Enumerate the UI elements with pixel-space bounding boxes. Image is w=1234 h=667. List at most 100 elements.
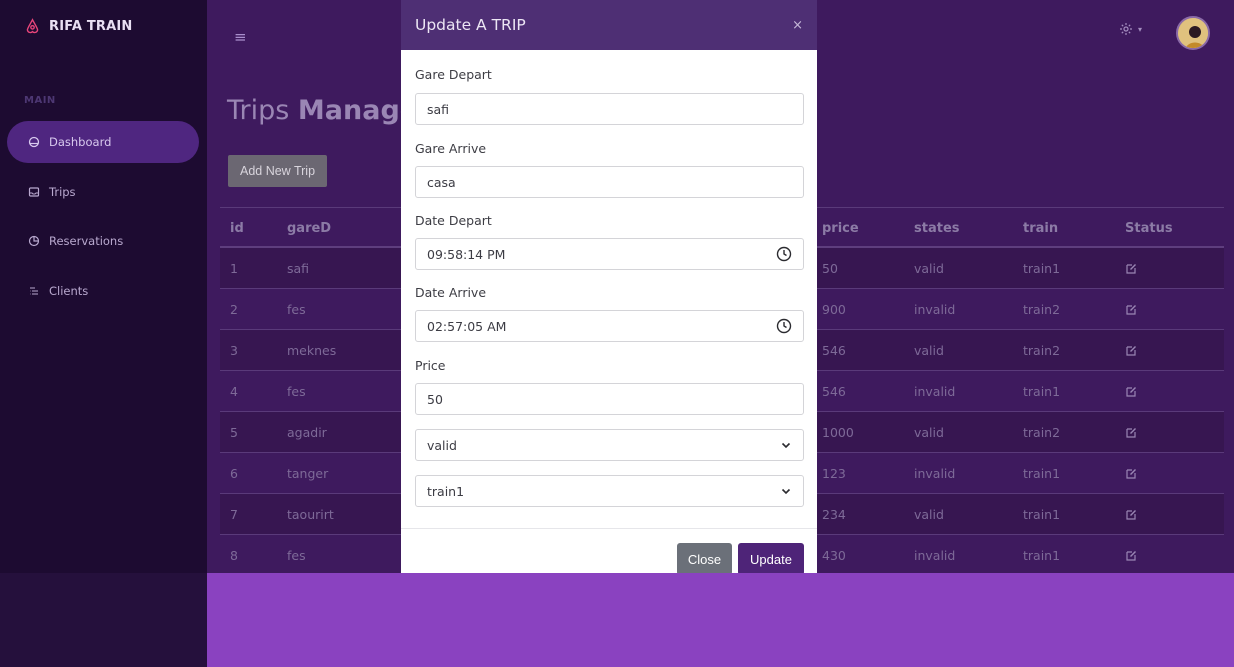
table-cell-states: invalid bbox=[914, 548, 956, 563]
table-cell-price: 123 bbox=[822, 466, 846, 481]
settings-dropdown[interactable]: ▾ bbox=[1119, 22, 1142, 36]
sidebar-item-reservations[interactable]: Reservations bbox=[7, 220, 199, 262]
column-header-states[interactable]: states bbox=[914, 208, 960, 249]
table-cell-states: valid bbox=[914, 343, 944, 358]
state-select-value: valid bbox=[427, 437, 457, 453]
chevron-down-icon: ▾ bbox=[1138, 24, 1143, 34]
status-cell bbox=[1125, 453, 1138, 494]
airbnb-logo-icon bbox=[26, 18, 39, 34]
modal-header: Update A TRIP × bbox=[401, 0, 817, 50]
list-icon bbox=[30, 287, 38, 295]
table-cell-gare: safi bbox=[287, 261, 310, 276]
gare-arrive-value: casa bbox=[427, 174, 456, 190]
price-label: Price bbox=[415, 357, 446, 373]
table-cell-train: train2 bbox=[1023, 302, 1061, 317]
close-icon[interactable]: × bbox=[792, 18, 803, 33]
state-select[interactable]: valid bbox=[415, 429, 804, 461]
add-new-trip-button[interactable]: Add New Trip bbox=[228, 155, 327, 187]
edit-icon[interactable] bbox=[1125, 508, 1138, 521]
close-button[interactable]: Close bbox=[677, 543, 732, 573]
update-trip-modal: Update A TRIP × Gare Depart safi Gare Ar… bbox=[401, 0, 817, 573]
table-cell-states: valid bbox=[914, 261, 944, 276]
brand-name: RIFA TRAIN bbox=[49, 19, 133, 34]
table-cell-price: 1000 bbox=[822, 425, 854, 440]
edit-icon[interactable] bbox=[1125, 549, 1138, 562]
brand-logo[interactable]: RIFA TRAIN bbox=[24, 18, 132, 35]
column-header-id[interactable]: id bbox=[230, 208, 244, 249]
train-select[interactable]: train1 bbox=[415, 475, 804, 507]
clock-icon[interactable] bbox=[776, 318, 792, 334]
status-cell bbox=[1125, 535, 1138, 576]
status-cell bbox=[1125, 330, 1138, 371]
table-cell-train: train1 bbox=[1023, 466, 1061, 481]
table-cell-id: 1 bbox=[230, 261, 238, 276]
pie-chart-icon bbox=[28, 235, 40, 247]
status-cell bbox=[1125, 494, 1138, 535]
page-title-light: Trips bbox=[227, 95, 298, 126]
table-cell-id: 6 bbox=[230, 466, 238, 481]
inbox-icon bbox=[28, 187, 40, 197]
edit-icon[interactable] bbox=[1125, 262, 1138, 275]
table-cell-id: 2 bbox=[230, 302, 238, 317]
sidebar-item-trips[interactable]: Trips bbox=[7, 171, 199, 213]
status-cell bbox=[1125, 248, 1138, 289]
table-cell-gare: tanger bbox=[287, 466, 329, 481]
chevron-down-icon bbox=[781, 442, 791, 449]
table-cell-id: 8 bbox=[230, 548, 238, 563]
clock-icon[interactable] bbox=[776, 246, 792, 262]
date-arrive-value: 02:57:05 AM bbox=[427, 318, 507, 334]
status-cell bbox=[1125, 412, 1138, 453]
table-cell-gare: taourirt bbox=[287, 507, 334, 522]
column-header-price[interactable]: price bbox=[822, 208, 859, 249]
date-depart-value: 09:58:14 PM bbox=[427, 246, 506, 262]
table-cell-price: 50 bbox=[822, 261, 838, 276]
date-arrive-input[interactable]: 02:57:05 AM bbox=[415, 310, 804, 342]
table-cell-train: train1 bbox=[1023, 384, 1061, 399]
price-input[interactable]: 50 bbox=[415, 383, 804, 415]
edit-icon[interactable] bbox=[1125, 426, 1138, 439]
edit-icon[interactable] bbox=[1125, 385, 1138, 398]
gare-depart-value: safi bbox=[427, 101, 450, 117]
table-cell-price: 430 bbox=[822, 548, 846, 563]
table-cell-price: 546 bbox=[822, 384, 846, 399]
column-header-train[interactable]: train bbox=[1023, 208, 1058, 249]
table-cell-price: 900 bbox=[822, 302, 846, 317]
gare-depart-input[interactable]: safi bbox=[415, 93, 804, 125]
gare-arrive-input[interactable]: casa bbox=[415, 166, 804, 198]
table-cell-id: 4 bbox=[230, 384, 238, 399]
sidebar-section-label: MAIN bbox=[24, 95, 56, 106]
table-cell-price: 546 bbox=[822, 343, 846, 358]
status-cell bbox=[1125, 289, 1138, 330]
table-cell-gare: agadir bbox=[287, 425, 327, 440]
price-value: 50 bbox=[427, 391, 443, 407]
train-select-value: train1 bbox=[427, 483, 465, 499]
sidebar-item-label: Trips bbox=[49, 185, 76, 199]
edit-icon[interactable] bbox=[1125, 303, 1138, 316]
table-cell-states: invalid bbox=[914, 302, 956, 317]
update-button[interactable]: Update bbox=[738, 543, 804, 573]
gare-depart-label: Gare Depart bbox=[415, 66, 492, 82]
sidebar-item-clients[interactable]: Clients bbox=[7, 270, 199, 312]
table-cell-gare: fes bbox=[287, 302, 306, 317]
table-cell-id: 7 bbox=[230, 507, 238, 522]
sidebar-item-dashboard[interactable]: Dashboard bbox=[7, 121, 199, 163]
sidebar: RIFA TRAIN MAIN Dashboard Trips Reservat… bbox=[0, 0, 207, 667]
modal-body: Gare Depart safi Gare Arrive casa Date D… bbox=[401, 50, 817, 507]
table-cell-train: train1 bbox=[1023, 507, 1061, 522]
date-depart-input[interactable]: 09:58:14 PM bbox=[415, 238, 804, 270]
menu-toggle-icon[interactable]: ≡ bbox=[234, 28, 247, 46]
chevron-down-icon bbox=[781, 488, 791, 495]
avatar[interactable] bbox=[1176, 16, 1210, 50]
edit-icon[interactable] bbox=[1125, 344, 1138, 357]
sidebar-item-label: Dashboard bbox=[49, 135, 112, 149]
table-cell-gare: fes bbox=[287, 548, 306, 563]
column-header-gare[interactable]: gareD bbox=[287, 208, 331, 249]
gear-icon bbox=[1120, 23, 1132, 35]
table-cell-train: train1 bbox=[1023, 261, 1061, 276]
gare-arrive-label: Gare Arrive bbox=[415, 140, 487, 156]
edit-icon[interactable] bbox=[1125, 467, 1138, 480]
column-header-status[interactable]: Status bbox=[1125, 208, 1173, 249]
table-cell-price: 234 bbox=[822, 507, 846, 522]
status-cell bbox=[1125, 371, 1138, 412]
page-footer-area bbox=[207, 573, 1234, 667]
